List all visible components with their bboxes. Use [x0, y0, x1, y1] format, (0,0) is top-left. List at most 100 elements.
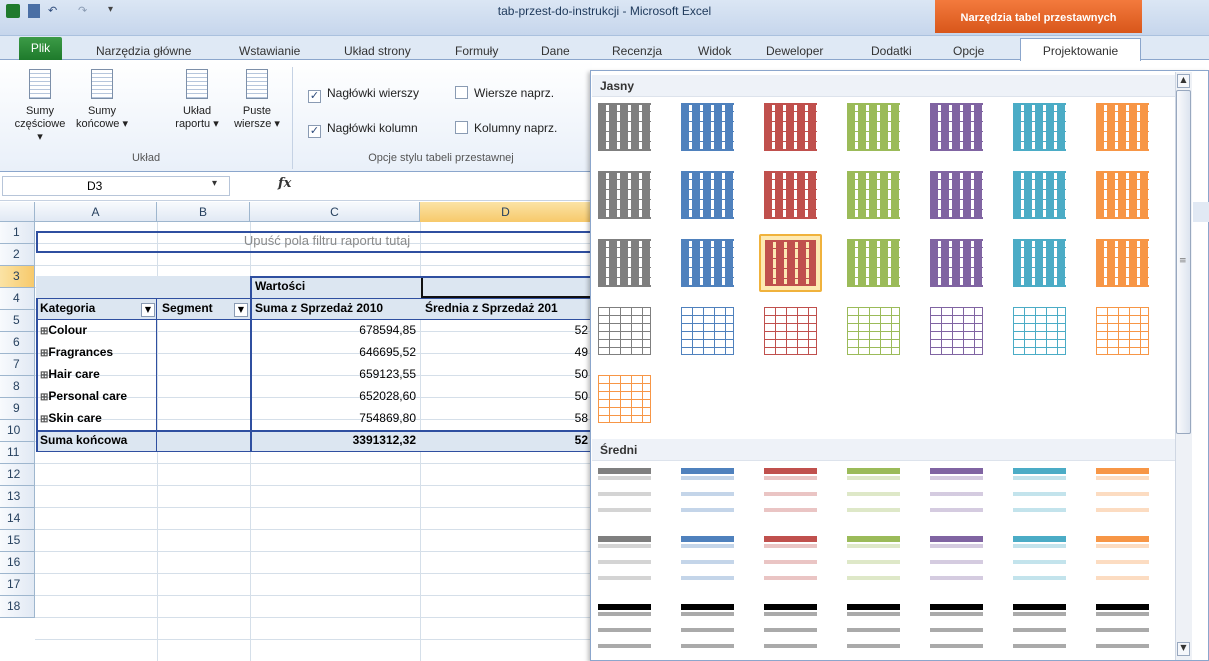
- row-header-16[interactable]: 16: [0, 552, 35, 574]
- table-style-light-24[interactable]: [759, 302, 822, 360]
- table-style-light-25[interactable]: [842, 302, 905, 360]
- report-layout-button[interactable]: Układ raportu ▾: [172, 69, 222, 131]
- tab-developer[interactable]: Deweloper: [766, 44, 823, 58]
- table-style-light-8[interactable]: [593, 166, 656, 224]
- tab-view[interactable]: Widok: [698, 44, 731, 58]
- table-style-medium-4[interactable]: [842, 463, 905, 521]
- row-header-1[interactable]: 1: [0, 222, 35, 244]
- avg-2010-header[interactable]: Średnia z Sprzedaż 201: [421, 298, 592, 320]
- table-style-light-5[interactable]: [925, 98, 988, 156]
- table-style-light-21[interactable]: [1091, 234, 1154, 292]
- table-style-medium-3[interactable]: [759, 463, 822, 521]
- table-style-medium-5[interactable]: [925, 463, 988, 521]
- table-style-light-16[interactable]: [676, 234, 739, 292]
- name-box-dropdown-icon[interactable]: ▾: [212, 178, 217, 189]
- sum-2010-header[interactable]: Suma z Sprzedaż 2010: [251, 298, 420, 320]
- row-header-3[interactable]: 3: [0, 266, 35, 288]
- banded-columns-checkbox[interactable]: Kolumny naprz.: [455, 121, 557, 135]
- name-box[interactable]: D3: [2, 176, 230, 196]
- row-header-6[interactable]: 6: [0, 332, 35, 354]
- table-style-light-22[interactable]: [593, 302, 656, 360]
- sum-cell[interactable]: 659123,55: [251, 364, 420, 386]
- table-row-category[interactable]: ⊞Fragrances: [36, 342, 157, 364]
- table-style-medium-12[interactable]: [925, 531, 988, 589]
- tab-review[interactable]: Recenzja: [612, 44, 662, 58]
- table-style-medium-10[interactable]: [759, 531, 822, 589]
- table-row-category[interactable]: ⊞Colour: [36, 320, 157, 342]
- scroll-up-icon[interactable]: ▲: [1177, 74, 1190, 88]
- tab-formulas[interactable]: Formuły: [455, 44, 498, 58]
- table-style-medium-13[interactable]: [1008, 531, 1071, 589]
- table-style-light-14[interactable]: [1091, 166, 1154, 224]
- table-style-medium-11[interactable]: [842, 531, 905, 589]
- segment-filter-icon[interactable]: ▼: [234, 303, 248, 317]
- blank-rows-button[interactable]: Puste wiersze ▾: [232, 69, 282, 131]
- column-header-b[interactable]: B: [157, 202, 250, 222]
- row-header-8[interactable]: 8: [0, 376, 35, 398]
- insert-function-icon[interactable]: fx: [278, 176, 291, 191]
- table-style-medium-1[interactable]: [593, 463, 656, 521]
- table-style-medium-17[interactable]: [759, 599, 822, 657]
- table-style-light-27[interactable]: [1008, 302, 1071, 360]
- table-style-light-10[interactable]: [759, 166, 822, 224]
- avg-cell[interactable]: 58: [421, 408, 592, 430]
- table-style-medium-8[interactable]: [593, 531, 656, 589]
- category-header[interactable]: Kategoria: [36, 298, 140, 320]
- grand-total-avg[interactable]: 52: [421, 430, 592, 452]
- table-style-light-3[interactable]: [759, 98, 822, 156]
- scroll-down-icon[interactable]: ▼: [1177, 642, 1190, 656]
- sum-cell[interactable]: 646695,52: [251, 342, 420, 364]
- table-style-light-4[interactable]: [842, 98, 905, 156]
- table-style-medium-18[interactable]: [842, 599, 905, 657]
- table-style-medium-21[interactable]: [1091, 599, 1154, 657]
- column-header-d[interactable]: D: [420, 202, 592, 222]
- table-style-light-12[interactable]: [925, 166, 988, 224]
- tab-home[interactable]: Narzędzia główne: [96, 44, 191, 58]
- tab-insert[interactable]: Wstawianie: [239, 44, 300, 58]
- row-header-5[interactable]: 5: [0, 310, 35, 332]
- table-style-light-19[interactable]: [925, 234, 988, 292]
- table-style-light-1[interactable]: [593, 98, 656, 156]
- tab-design[interactable]: Projektowanie: [1020, 38, 1141, 61]
- table-style-light-13[interactable]: [1008, 166, 1071, 224]
- row-header-7[interactable]: 7: [0, 354, 35, 376]
- table-style-light-29[interactable]: [593, 370, 656, 428]
- table-style-medium-9[interactable]: [676, 531, 739, 589]
- row-header-2[interactable]: 2: [0, 244, 35, 266]
- row-header-18[interactable]: 18: [0, 596, 35, 618]
- table-style-light-15[interactable]: [593, 234, 656, 292]
- row-header-14[interactable]: 14: [0, 508, 35, 530]
- table-row-category[interactable]: ⊞Hair care: [36, 364, 157, 386]
- tab-page-layout[interactable]: Układ strony: [344, 44, 411, 58]
- table-style-light-17[interactable]: [759, 234, 822, 292]
- table-style-medium-14[interactable]: [1091, 531, 1154, 589]
- row-header-9[interactable]: 9: [0, 398, 35, 420]
- column-header-c[interactable]: C: [250, 202, 420, 222]
- grand-totals-button[interactable]: Sumy końcowe ▾: [74, 69, 130, 131]
- report-filter-dropzone[interactable]: Upuść pola filtru raportu tutaj: [157, 230, 497, 252]
- category-filter-icon[interactable]: ▼: [141, 303, 155, 317]
- row-header-10[interactable]: 10: [0, 420, 35, 442]
- grand-total-sum[interactable]: 3391312,32: [251, 430, 420, 452]
- tab-addins[interactable]: Dodatki: [871, 44, 912, 58]
- active-cell-d3[interactable]: [421, 276, 592, 298]
- subtotals-button[interactable]: Sumy częściowe ▾: [12, 69, 68, 144]
- table-style-medium-6[interactable]: [1008, 463, 1071, 521]
- select-all-corner[interactable]: [0, 202, 35, 222]
- table-style-light-20[interactable]: [1008, 234, 1071, 292]
- avg-cell[interactable]: 50: [421, 386, 592, 408]
- sum-cell[interactable]: 678594,85: [251, 320, 420, 342]
- table-style-medium-16[interactable]: [676, 599, 739, 657]
- avg-cell[interactable]: 52: [421, 320, 592, 342]
- sum-cell[interactable]: 652028,60: [251, 386, 420, 408]
- grand-total-label[interactable]: Suma końcowa: [36, 430, 236, 452]
- row-header-11[interactable]: 11: [0, 442, 35, 464]
- table-style-medium-2[interactable]: [676, 463, 739, 521]
- table-row-category[interactable]: ⊞Skin care: [36, 408, 157, 430]
- banded-rows-checkbox[interactable]: Wiersze naprz.: [455, 86, 554, 100]
- table-style-light-26[interactable]: [925, 302, 988, 360]
- table-style-light-7[interactable]: [1091, 98, 1154, 156]
- row-headers-checkbox[interactable]: ✓ Nagłówki wierszy: [308, 86, 419, 103]
- column-headers-checkbox[interactable]: ✓ Nagłówki kolumn: [308, 121, 418, 138]
- table-style-light-28[interactable]: [1091, 302, 1154, 360]
